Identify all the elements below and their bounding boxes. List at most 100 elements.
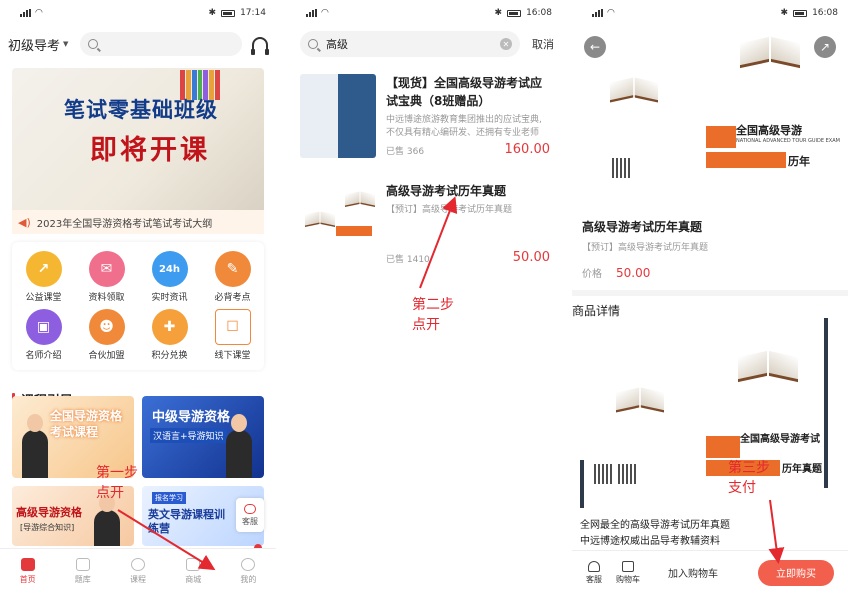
annotation-line: 第一步	[96, 465, 138, 481]
book-illustration	[738, 348, 798, 380]
tab-mine[interactable]: 我的	[221, 549, 276, 594]
product-desc: 中远博途旅游教育集团推出的应试宝典,不仅具有精心编研发、还拥有专业老师	[386, 115, 542, 138]
cover-en: NATIONAL ADVANCED TOUR GUIDE EXAM	[736, 138, 840, 144]
price-row: 价格 50.00	[582, 265, 651, 281]
level-label: 初级导考	[8, 38, 61, 54]
grid-item-key-points[interactable]: ✎ 必背考点	[201, 248, 264, 306]
buy-now-button[interactable]: 立即购买	[758, 559, 834, 586]
detail-line: 中远博途权威出品导考教辅资料	[580, 536, 720, 547]
detail-description: 全网最全的高级导游考试历年真题 中远博途权威出品导考教辅资料	[580, 518, 730, 550]
bluetooth-icon: ✱	[494, 8, 503, 18]
card-title: 高级导游资格	[16, 506, 82, 519]
grid-item-points[interactable]: ✚ 积分兑换	[138, 306, 201, 364]
banner-line-1: 笔试零基础班级	[64, 97, 218, 122]
home-header: 初级导考 ▼	[0, 26, 276, 62]
cover-edge	[580, 460, 584, 508]
product-price: 160.00	[504, 142, 551, 157]
tab-label: 我的	[240, 575, 257, 584]
tab-courses[interactable]: 课程	[110, 549, 165, 594]
search-input[interactable]: 高级 ✕	[300, 31, 520, 57]
store-icon	[186, 558, 201, 571]
course-card-intermediate[interactable]: 中级导游资格 汉语言+导游知识	[142, 396, 264, 478]
detail-line: 全网最全的高级导游考试历年真题	[580, 520, 730, 531]
bottom-tab-bar: 首页 题库 课程 商城 我的	[0, 548, 276, 594]
notice-bar[interactable]: ◀) 2023年全国导游资格考试笔试考试大纲	[12, 210, 264, 234]
clear-icon[interactable]: ✕	[500, 38, 512, 50]
battery-icon	[221, 9, 236, 17]
annotation-line: 第三步	[728, 460, 770, 476]
battery-icon	[793, 9, 808, 17]
book-illustration	[305, 210, 335, 226]
board-icon: ☐	[214, 309, 251, 345]
annotation-step1: 第一步 点开	[96, 463, 138, 503]
tab-question-bank[interactable]: 题库	[55, 549, 110, 594]
detail-cover-title: 全国高级导游考试	[740, 434, 820, 445]
grid-label: 公益课堂	[25, 293, 62, 303]
product-price: 50.00	[512, 250, 550, 265]
add-to-cart-button[interactable]: 加入购物车	[668, 565, 718, 580]
cover-sub: 历年	[788, 155, 810, 168]
kefu-label: 客服	[242, 516, 258, 526]
card-title: 中级导游资格	[152, 410, 231, 425]
share-icon[interactable]: ↗	[814, 36, 836, 58]
divider	[562, 0, 572, 594]
headset-icon[interactable]	[251, 37, 269, 55]
qr-code	[594, 464, 614, 484]
detail-cover-image: 全国高级导游考试 历年真题	[580, 318, 828, 514]
price-value: 50.00	[616, 265, 651, 280]
cart-icon	[622, 560, 634, 572]
search-input[interactable]	[80, 32, 242, 56]
tab-label: 题库	[74, 575, 91, 584]
chat-icon	[244, 503, 256, 514]
promo-banner[interactable]: 笔试零基础班级 即将开课	[12, 68, 264, 210]
notebook-icon: ✎	[214, 251, 251, 287]
status-time: 16:08	[526, 8, 552, 18]
kefu-button[interactable]: 客服	[586, 560, 602, 585]
grid-item-teachers[interactable]: ▣ 名师介绍	[12, 306, 75, 364]
detail-title: 商品详情	[572, 304, 621, 318]
product-desc: 【预订】高级导游考试历年真题	[386, 205, 513, 215]
cancel-button[interactable]: 取消	[532, 36, 554, 52]
product-thumbnail	[300, 74, 376, 158]
divider	[276, 0, 286, 594]
grid-item-public-class[interactable]: ↗ 公益课堂	[12, 248, 75, 306]
search-icon	[308, 39, 318, 49]
tab-home[interactable]: 首页	[0, 549, 55, 594]
book-illustration	[616, 385, 664, 411]
user-icon	[241, 558, 256, 571]
product-thumbnail	[300, 182, 376, 266]
grid-label: 线下课堂	[214, 351, 251, 361]
pencil-icon	[75, 558, 90, 571]
teacher-photo	[226, 414, 252, 478]
briefcase-icon: ▣	[25, 309, 62, 345]
cover-band	[706, 436, 740, 458]
grid-item-partner[interactable]: ☻ 合伙加盟	[75, 306, 138, 364]
annotation-line: 点开	[412, 317, 440, 333]
book-illustration	[345, 190, 375, 206]
screen-product-detail: 全国高级导游 NATIONAL ADVANCED TOUR GUIDE EXAM…	[572, 0, 848, 594]
cart-button[interactable]: 购物车	[616, 560, 640, 585]
tab-mall[interactable]: 商城	[166, 549, 221, 594]
grid-label: 合伙加盟	[88, 351, 125, 361]
product-sold: 已售 1410	[386, 255, 430, 265]
tab-label: 课程	[130, 575, 146, 584]
product-item[interactable]: 【现货】全国高级导游考试应试宝典（8班赠品） 中远博途旅游教育集团推出的应试宝典…	[300, 74, 550, 164]
back-icon[interactable]: ←	[584, 36, 606, 58]
grid-item-news[interactable]: 24h 实时资讯	[138, 248, 201, 306]
grid-item-materials[interactable]: ✉ 资料领取	[75, 248, 138, 306]
annotation-line: 支付	[728, 480, 756, 496]
status-time: 17:14	[240, 8, 266, 18]
product-item[interactable]: 高级导游考试历年真题 【预订】高级导游考试历年真题 已售 1410 50.00	[300, 182, 550, 272]
grid-item-offline[interactable]: ☐ 线下课堂	[201, 306, 264, 364]
notice-text: 2023年全国导游资格考试笔试考试大纲	[36, 218, 213, 230]
product-sold: 已售 366	[386, 147, 425, 157]
chart-icon: ↗	[25, 251, 62, 287]
level-dropdown[interactable]: 初级导考 ▼	[8, 35, 68, 54]
customer-service-button[interactable]: 客服	[236, 498, 264, 532]
grid-label: 资料领取	[88, 293, 125, 303]
feature-grid: ↗ 公益课堂 ✉ 资料领取 24h 实时资讯 ✎ 必背考点 ▣ 名师介绍 ☻ 合伙加盟 ✚ 积…	[12, 242, 264, 370]
qr-code	[618, 464, 638, 484]
book-illustration	[740, 34, 800, 66]
speaker-icon: ◀)	[18, 215, 31, 229]
bluetooth-icon: ✱	[780, 8, 789, 18]
